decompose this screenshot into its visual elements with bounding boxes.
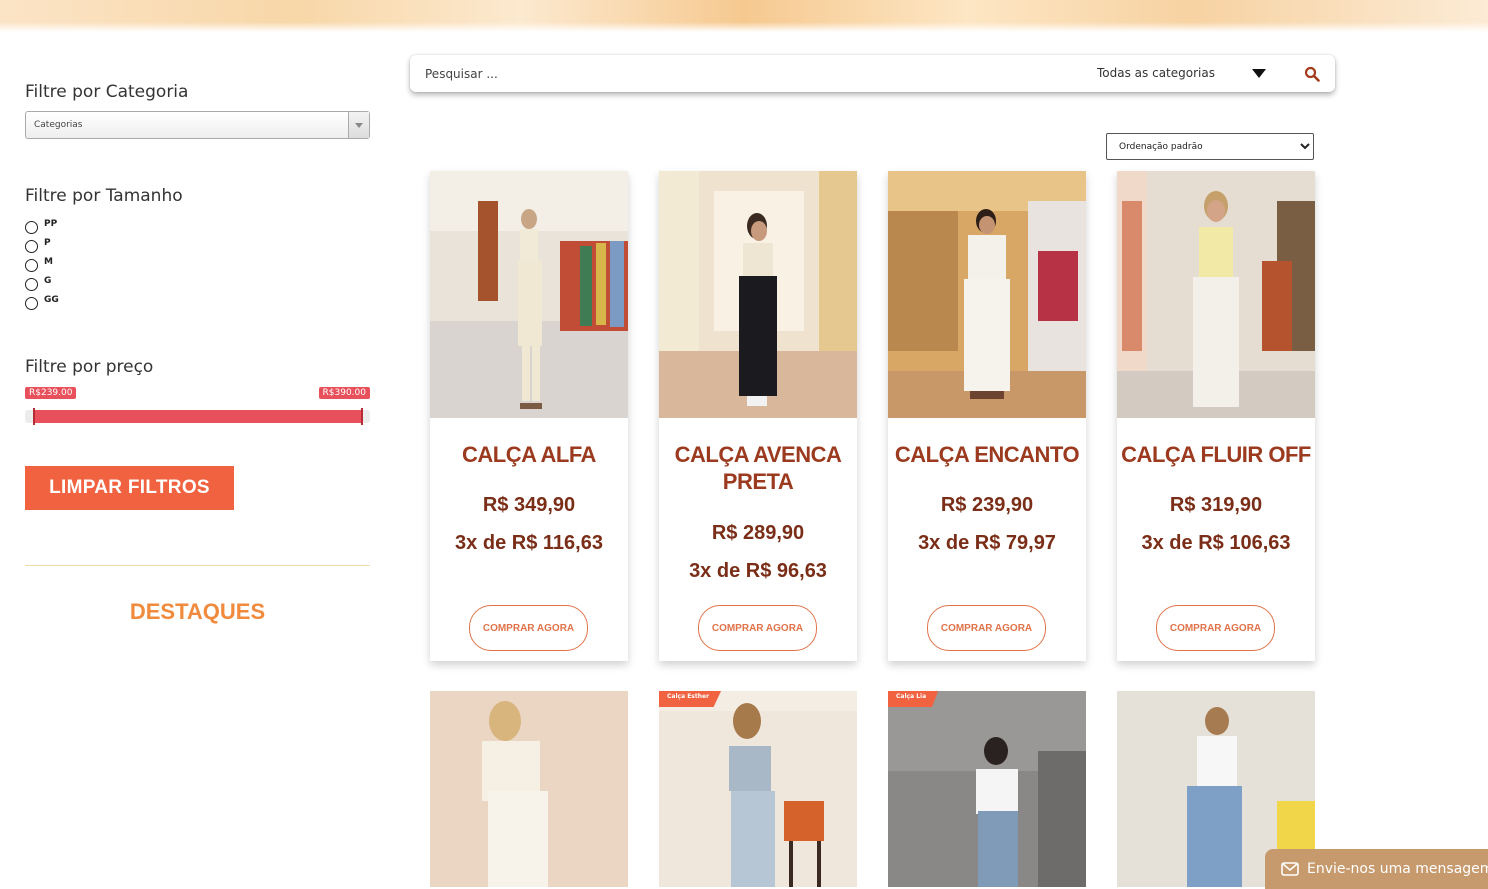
product-badge: Calça Esther xyxy=(659,691,722,707)
product-photo[interactable] xyxy=(430,691,628,887)
product-badge: Calça Lia xyxy=(888,691,939,707)
clear-filters-button[interactable]: LIMPAR FILTROS xyxy=(25,466,234,510)
photo-watermark xyxy=(580,751,620,771)
divider xyxy=(25,565,370,566)
product-installments: 3x de R$ 96,63 xyxy=(689,560,827,582)
product-photo[interactable] xyxy=(888,171,1086,418)
product-card[interactable]: CALÇA AVENCA PRETA R$ 289,90 3x de R$ 96… xyxy=(659,171,857,661)
product-price: R$ 349,90 xyxy=(482,494,576,516)
product-price: R$ 239,90 xyxy=(940,494,1034,516)
buy-now-button[interactable]: COMPRAR AGORA xyxy=(1156,605,1275,651)
chat-widget[interactable]: Envie-nos uma mensagem xyxy=(1265,849,1488,889)
price-min-tag: R$239.00 xyxy=(25,387,77,399)
slider-range xyxy=(33,410,362,423)
product-photo[interactable] xyxy=(430,171,628,418)
slider-min-handle[interactable] xyxy=(33,408,35,425)
product-card[interactable]: CALÇA FLUIR OFF R$ 319,90 3x de R$ 106,6… xyxy=(1117,171,1315,661)
sort-select[interactable]: Ordenação padrão xyxy=(1106,133,1314,160)
chat-label: Envie-nos uma mensagem xyxy=(1307,861,1488,877)
slider-track[interactable] xyxy=(25,408,370,425)
product-installments: 3x de R$ 79,97 xyxy=(918,532,1056,554)
highlights-title: DESTAQUES xyxy=(129,599,266,624)
search-category-select[interactable]: Todas as categorias xyxy=(1097,66,1215,80)
product-name[interactable]: CALÇA AVENCA PRETA xyxy=(659,441,857,495)
slider-max-handle[interactable] xyxy=(361,408,363,425)
buy-now-button[interactable]: COMPRAR AGORA xyxy=(698,605,817,651)
product-card[interactable]: CALÇA ENCANTO R$ 239,90 3x de R$ 79,97 C… xyxy=(888,171,1086,661)
envelope-icon xyxy=(1281,862,1299,876)
product-name[interactable]: CALÇA ALFA xyxy=(430,441,628,468)
search-bar: Todas as categorias xyxy=(410,55,1335,92)
product-name[interactable]: CALÇA FLUIR OFF xyxy=(1117,441,1315,468)
buy-now-button[interactable]: COMPRAR AGORA xyxy=(927,605,1046,651)
product-installments: 3x de R$ 116,63 xyxy=(455,532,603,554)
product-price: R$ 319,90 xyxy=(1169,494,1263,516)
product-photo[interactable] xyxy=(1117,171,1315,418)
buy-now-button[interactable]: COMPRAR AGORA xyxy=(469,605,588,651)
search-input[interactable] xyxy=(425,65,945,83)
product-photo[interactable]: Calça Esther xyxy=(659,691,857,887)
product-photo[interactable]: Calça Lia xyxy=(888,691,1086,887)
search-icon[interactable] xyxy=(1304,66,1320,82)
caret-down-icon[interactable] xyxy=(1252,69,1266,78)
product-name[interactable]: CALÇA ENCANTO xyxy=(888,441,1086,468)
product-card[interactable]: CALÇA ALFA R$ 349,90 3x de R$ 116,63 COM… xyxy=(430,171,628,661)
product-installments: 3x de R$ 106,63 xyxy=(1141,532,1291,554)
price-slider: R$239.00 R$390.00 xyxy=(25,0,370,430)
price-max-tag: R$390.00 xyxy=(318,387,370,399)
product-price: R$ 289,90 xyxy=(711,522,805,544)
product-photo[interactable] xyxy=(659,171,857,418)
